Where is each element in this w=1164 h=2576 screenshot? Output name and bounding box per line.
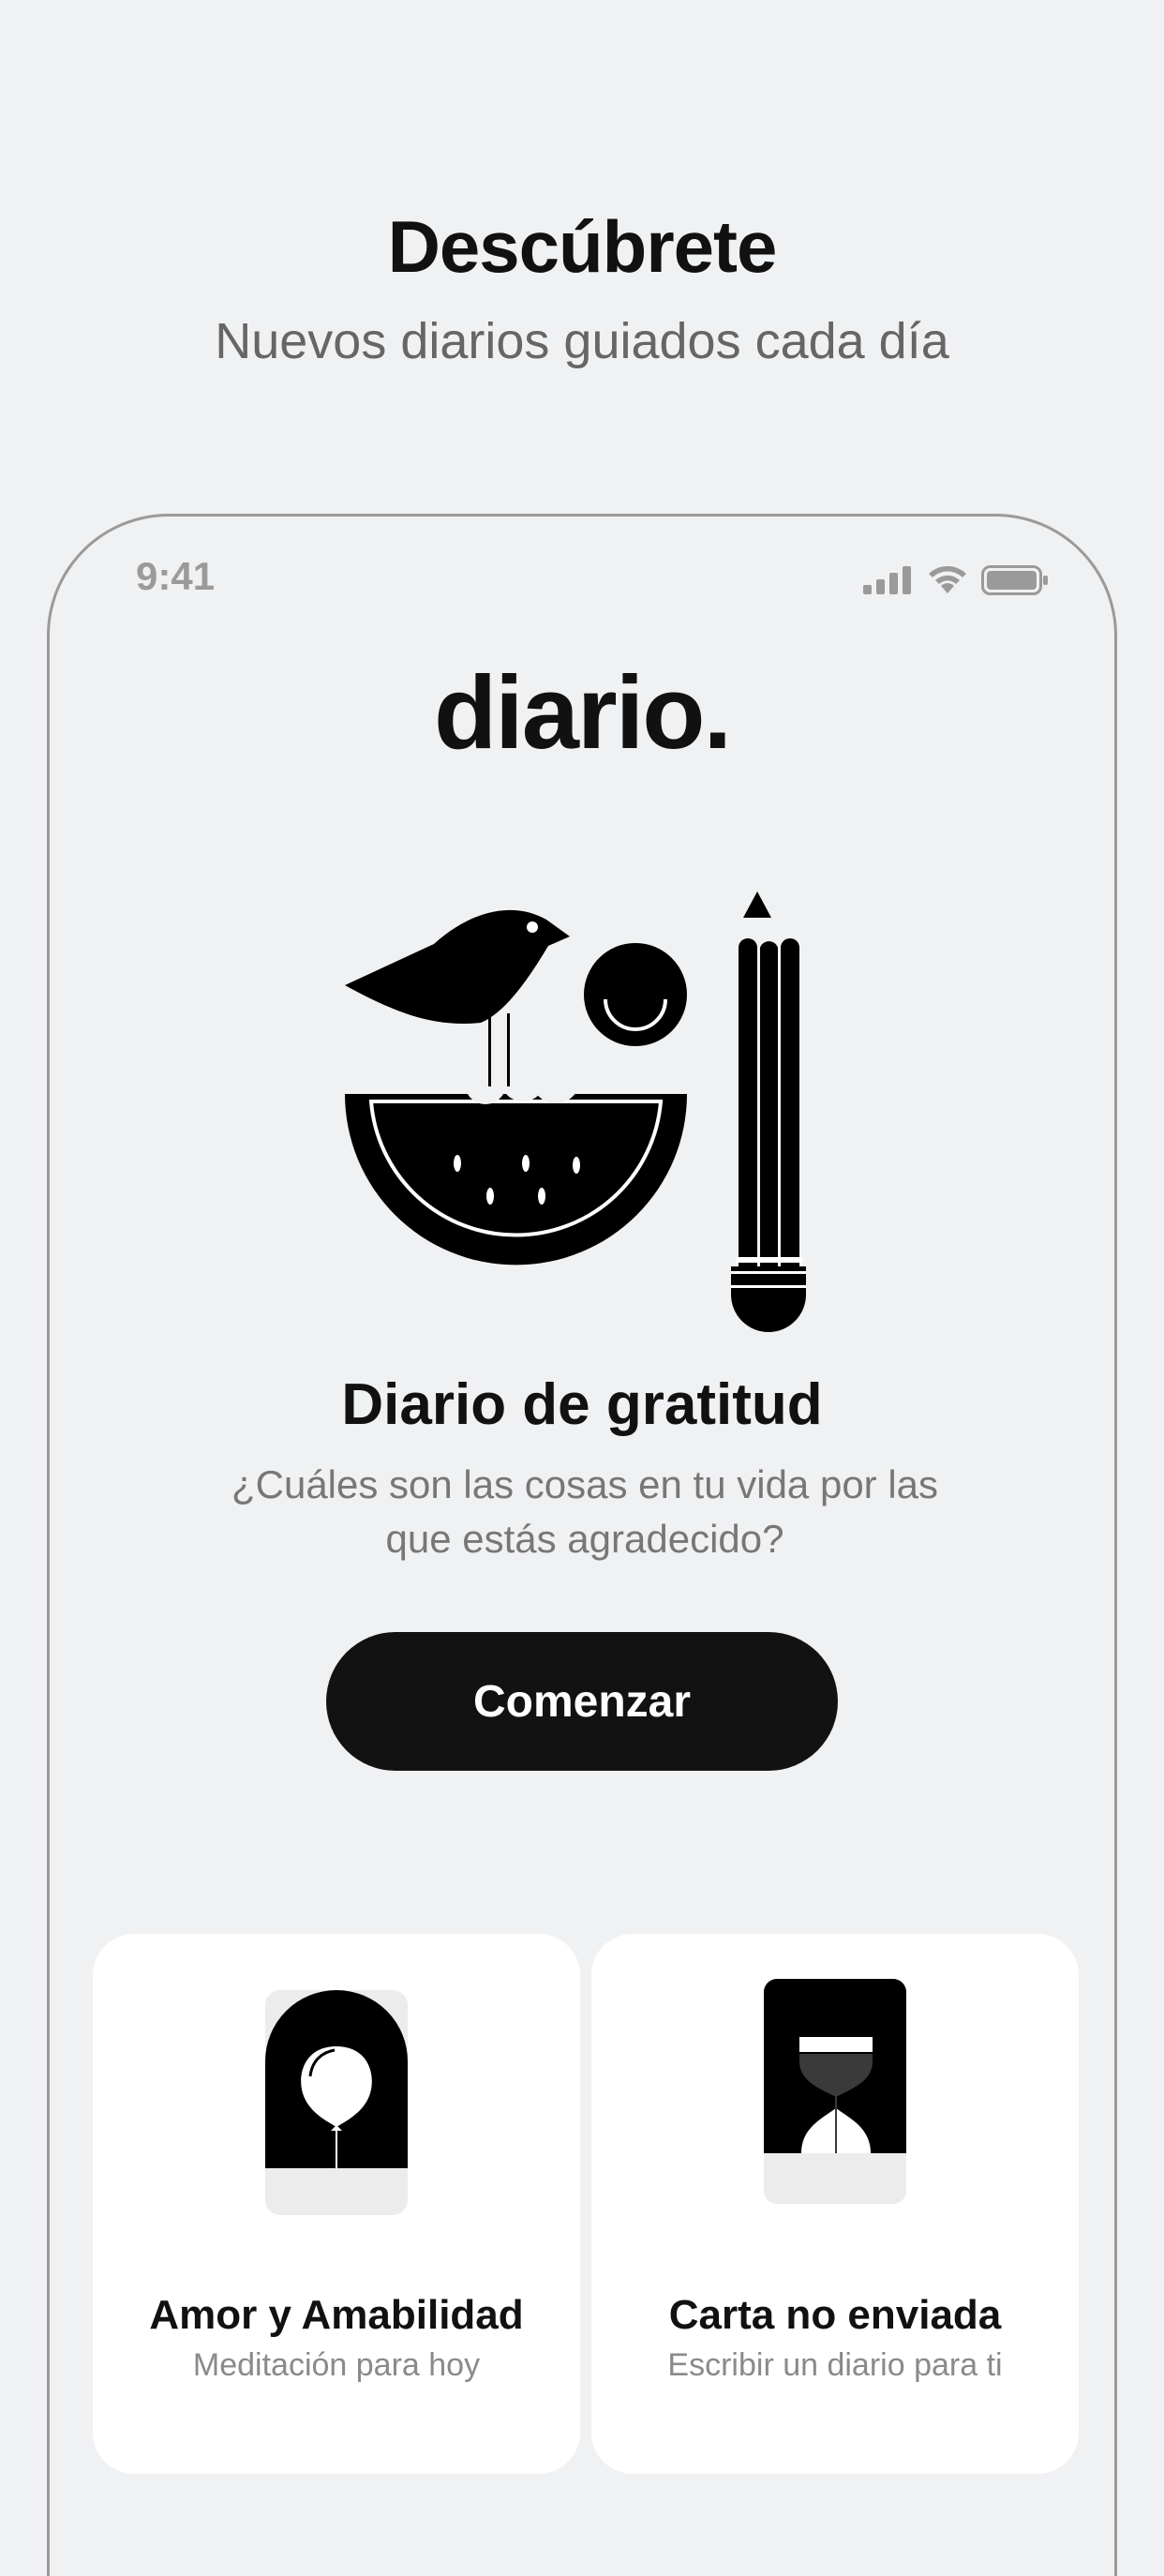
card-subtitle: Escribir un diario para ti <box>667 2347 1003 2383</box>
status-time: 9:41 <box>136 554 216 598</box>
pencil-icon <box>743 891 771 918</box>
start-button[interactable]: Comenzar <box>326 1632 838 1771</box>
status-icons <box>863 565 1049 595</box>
card-subtitle: Meditación para hoy <box>192 2347 481 2383</box>
card-title: Carta no enviada <box>668 2292 1002 2338</box>
featured-title: Diario de gratitud <box>341 1372 823 1437</box>
journal-card-letter[interactable]: Carta no enviada Escribir un diario para… <box>591 1934 1079 2474</box>
phone-mockup: 9:41 diario. Diario de gratitud ¿Cuáles … <box>47 514 1117 2576</box>
hourglass-icon <box>764 1979 906 2204</box>
balloon-arch-icon <box>265 1990 408 2215</box>
wifi-icon <box>929 566 966 593</box>
signal-icon <box>863 566 911 594</box>
page-title: Descúbrete <box>387 205 778 288</box>
battery-icon <box>981 565 1048 595</box>
app-logo: diario. <box>433 655 732 771</box>
journal-card-love[interactable]: Amor y Amabilidad Meditación para hoy <box>93 1934 580 2474</box>
page-subtitle: Nuevos diarios guiados cada día <box>215 313 949 369</box>
featured-description: ¿Cuáles son las cosas en tu vida por las… <box>231 1462 939 1561</box>
card-title: Amor y Amabilidad <box>149 2292 524 2338</box>
watermelon-icon <box>345 1094 687 1266</box>
gratitude-illustration <box>345 891 806 1332</box>
